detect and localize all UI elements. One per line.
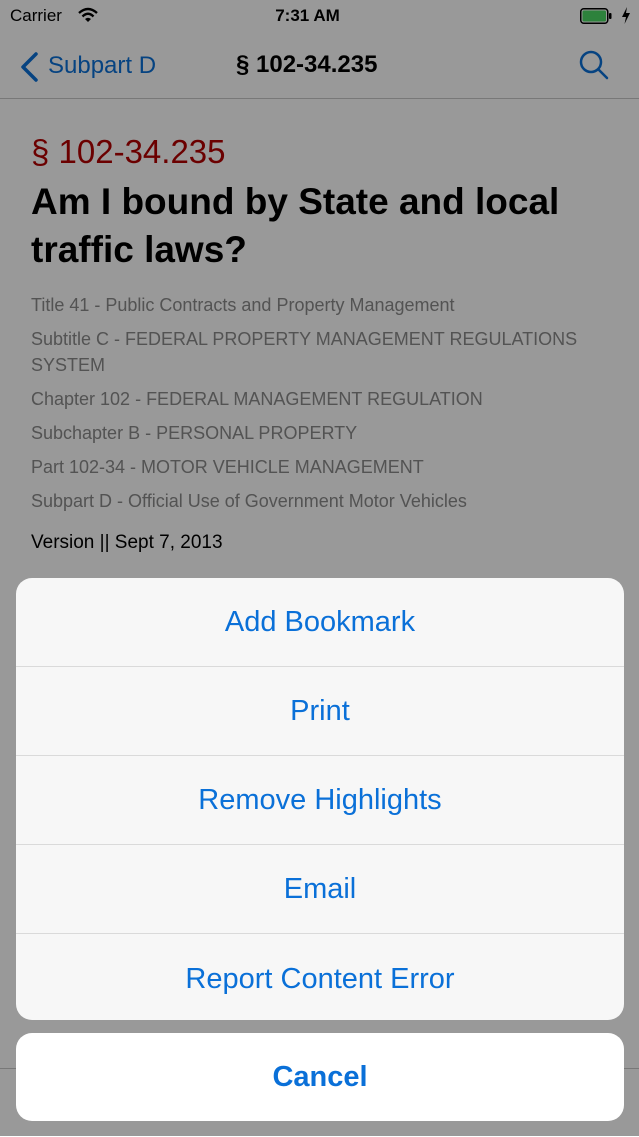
report-content-error-button[interactable]: Report Content Error <box>16 934 624 1020</box>
email-button[interactable]: Email <box>16 845 624 934</box>
action-sheet: Add Bookmark Print Remove Highlights Ema… <box>16 578 624 1020</box>
remove-highlights-button[interactable]: Remove Highlights <box>16 756 624 845</box>
cancel-button[interactable]: Cancel <box>16 1033 624 1121</box>
print-button[interactable]: Print <box>16 667 624 756</box>
add-bookmark-button[interactable]: Add Bookmark <box>16 578 624 667</box>
